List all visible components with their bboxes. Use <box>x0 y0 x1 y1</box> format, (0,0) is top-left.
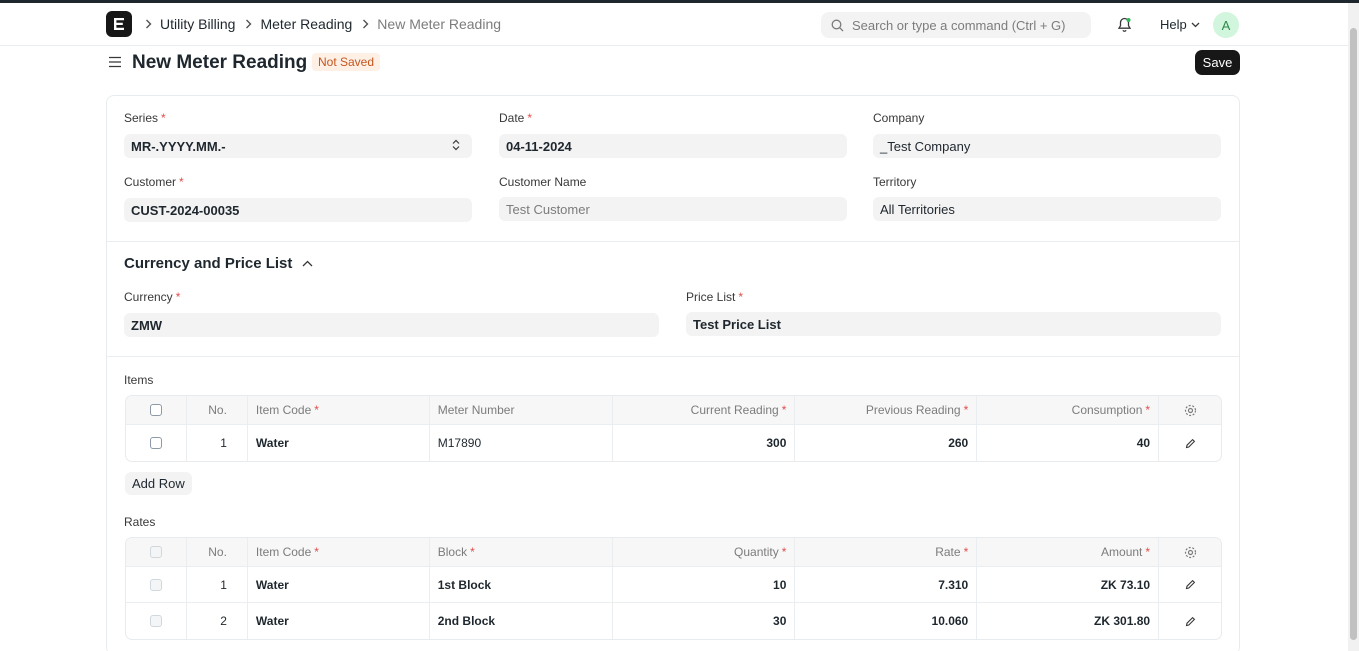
row-no: 2 <box>187 603 248 639</box>
chevron-right-icon <box>245 17 252 32</box>
select-all-checkbox[interactable] <box>149 546 162 558</box>
page-title: New Meter Reading <box>132 52 308 73</box>
section-divider <box>107 241 1239 242</box>
customer-name-label: Customer Name <box>499 175 587 189</box>
block-cell: 2nd Block <box>430 603 613 639</box>
series-select[interactable]: MR-.YYYY.MM.- <box>124 134 472 158</box>
row-checkbox[interactable] <box>149 437 162 449</box>
chevron-down-icon <box>1191 22 1200 27</box>
column-settings-icon[interactable] <box>1159 538 1221 566</box>
date-label: Date * <box>499 111 533 125</box>
rate-cell: 7.310 <box>795 567 978 602</box>
territory-label: Territory <box>873 175 917 189</box>
logo-e-icon <box>114 18 124 30</box>
row-no: 1 <box>187 425 248 461</box>
chevron-right-icon <box>145 17 152 32</box>
column-header-consumption: Consumption * <box>977 396 1160 424</box>
item-code-cell: Water <box>248 603 430 639</box>
search-icon <box>831 19 844 31</box>
customer-field[interactable]: CUST-2024-00035 <box>124 198 472 222</box>
avatar[interactable]: A <box>1213 12 1239 38</box>
column-header-item-code: Item Code * <box>248 396 430 424</box>
customer-name-field: Test Customer <box>499 197 847 221</box>
customer-label: Customer * <box>124 175 184 189</box>
column-header-quantity: Quantity * <box>613 538 796 566</box>
chevron-up-icon <box>302 260 313 267</box>
consumption-cell[interactable]: 40 <box>977 425 1160 461</box>
rate-cell: 10.060 <box>795 603 978 639</box>
edit-row-icon[interactable] <box>1159 603 1221 639</box>
row-no: 1 <box>187 567 248 602</box>
column-header-amount: Amount * <box>977 538 1160 566</box>
block-cell: 1st Block <box>430 567 613 602</box>
amount-cell: ZK 301.80 <box>977 603 1160 639</box>
price-list-field[interactable]: Test Price List <box>686 312 1221 336</box>
sidebar-toggle-icon[interactable] <box>108 56 122 71</box>
rates-label: Rates <box>124 515 156 529</box>
table-row[interactable]: 2 Water 2nd Block 30 10.060 ZK 301.80 <box>126 603 1221 639</box>
column-header-current-reading: Current Reading * <box>613 396 796 424</box>
app-logo[interactable] <box>106 11 132 37</box>
edit-row-icon[interactable] <box>1159 567 1221 602</box>
table-row[interactable]: 1 Water M17890 300 260 40 <box>126 425 1221 461</box>
select-arrows-icon <box>452 139 460 151</box>
help-label: Help <box>1160 17 1187 32</box>
column-header-item-code: Item Code * <box>248 538 430 566</box>
row-checkbox[interactable] <box>149 578 162 591</box>
search-input[interactable]: Search or type a command (Ctrl + G) <box>821 12 1091 38</box>
column-header-rate: Rate * <box>795 538 978 566</box>
price-list-label: Price List * <box>686 290 744 304</box>
page-header: New Meter Reading Not Saved Save <box>106 50 1240 80</box>
item-code-cell[interactable]: Water <box>248 425 430 461</box>
navbar: Utility Billing Meter Reading New Meter … <box>0 3 1348 46</box>
breadcrumb-utility-billing[interactable]: Utility Billing <box>160 16 235 32</box>
form-card: Series * MR-.YYYY.MM.- Date * 04-11-2024 C… <box>106 95 1240 651</box>
currency-field[interactable]: ZMW <box>124 313 659 337</box>
help-dropdown[interactable]: Help <box>1160 17 1200 32</box>
column-header-no: No. <box>187 538 248 566</box>
currency-label: Currency * <box>124 290 181 304</box>
edit-row-icon[interactable] <box>1159 425 1221 461</box>
items-table: No. Item Code * Meter Number Current Read… <box>125 395 1222 462</box>
scrollbar-thumb[interactable] <box>1350 28 1357 640</box>
breadcrumb-new-meter-reading[interactable]: New Meter Reading <box>377 16 501 32</box>
rates-table: No. Item Code * Block * Quantity * Rate * Am… <box>125 537 1222 640</box>
column-header-meter-number: Meter Number <box>430 396 613 424</box>
breadcrumb: Utility Billing Meter Reading New Meter … <box>145 16 511 32</box>
item-code-cell: Water <box>248 567 430 602</box>
section-title: Currency and Price List <box>124 255 293 272</box>
current-reading-cell[interactable]: 300 <box>613 425 796 461</box>
section-toggle-currency[interactable]: Currency and Price List <box>124 255 313 272</box>
search-placeholder: Search or type a command (Ctrl + G) <box>852 17 1066 33</box>
items-table-header: No. Item Code * Meter Number Current Read… <box>126 396 1221 425</box>
company-field[interactable]: _Test Company <box>873 134 1221 158</box>
save-button[interactable]: Save <box>1195 50 1240 75</box>
meter-number-cell[interactable]: M17890 <box>430 425 613 461</box>
select-all-checkbox[interactable] <box>149 404 162 416</box>
items-label: Items <box>124 373 154 387</box>
series-label: Series * <box>124 111 166 125</box>
column-header-no: No. <box>187 396 248 424</box>
previous-reading-cell[interactable]: 260 <box>795 425 978 461</box>
notification-bell-icon[interactable] <box>1117 17 1132 36</box>
quantity-cell: 10 <box>613 567 796 602</box>
add-row-button[interactable]: Add Row <box>125 472 192 495</box>
territory-field[interactable]: All Territories <box>873 197 1221 221</box>
breadcrumb-meter-reading[interactable]: Meter Reading <box>260 16 352 32</box>
rates-table-header: No. Item Code * Block * Quantity * Rate * Am… <box>126 538 1221 567</box>
amount-cell: ZK 73.10 <box>977 567 1160 602</box>
section-divider <box>107 356 1239 357</box>
column-header-previous-reading: Previous Reading * <box>795 396 978 424</box>
quantity-cell: 30 <box>613 603 796 639</box>
chevron-right-icon <box>362 17 369 32</box>
column-settings-icon[interactable] <box>1159 396 1221 424</box>
table-row[interactable]: 1 Water 1st Block 10 7.310 ZK 73.10 <box>126 567 1221 603</box>
status-badge: Not Saved <box>312 53 381 71</box>
row-checkbox[interactable] <box>149 615 162 627</box>
date-field[interactable]: 04-11-2024 <box>499 134 847 158</box>
column-header-block: Block * <box>430 538 613 566</box>
company-label: Company <box>873 111 925 125</box>
